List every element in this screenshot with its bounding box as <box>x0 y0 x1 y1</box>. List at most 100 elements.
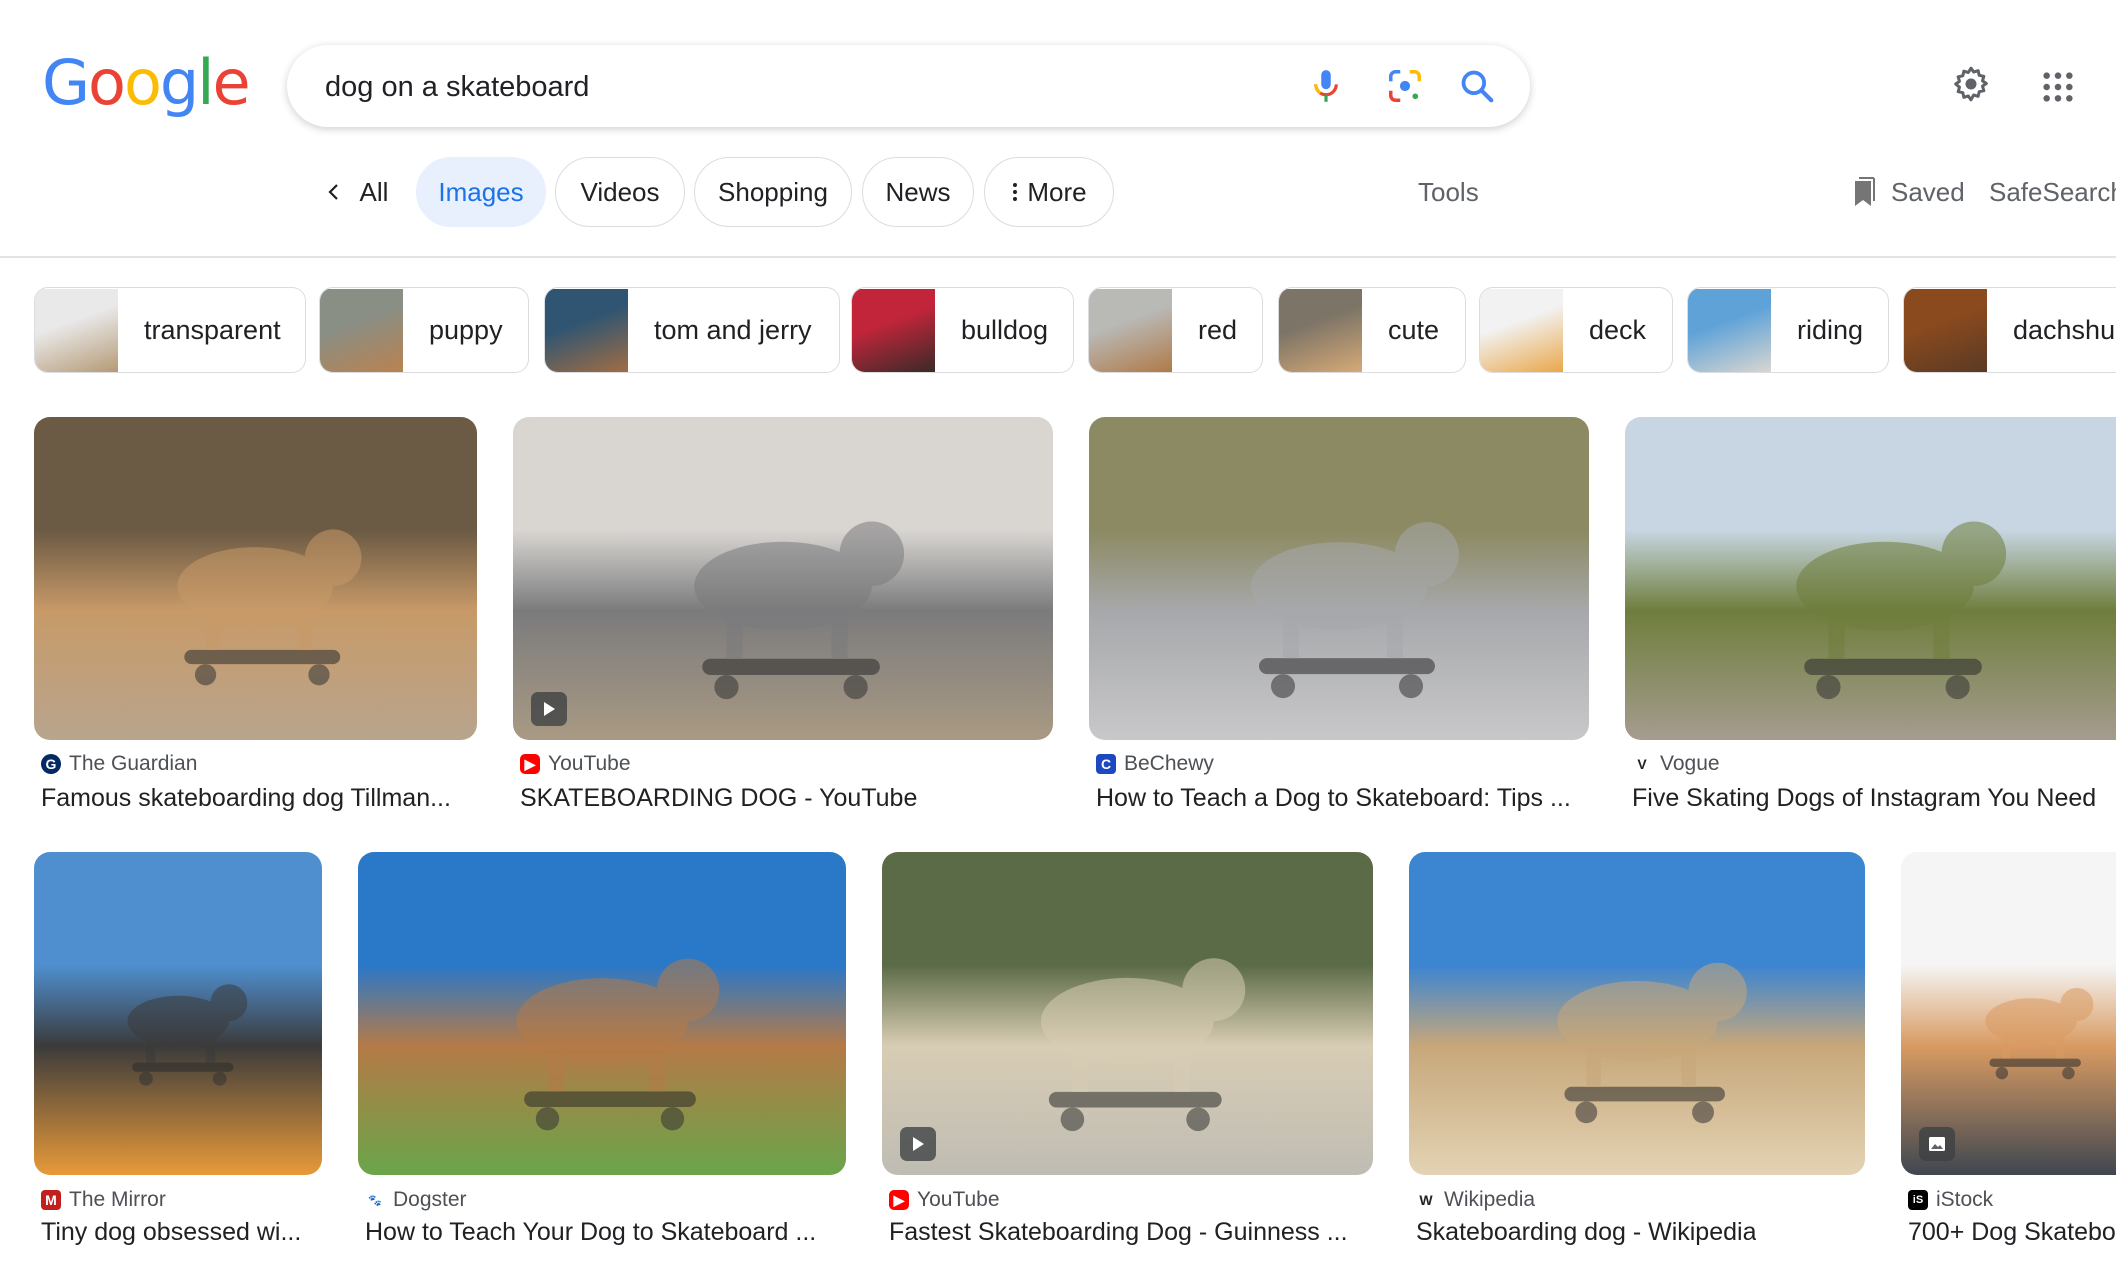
chip-bulldog[interactable]: bulldog <box>851 287 1074 373</box>
chip-label: cute <box>1388 314 1440 345</box>
istock-icon: iS <box>1908 1190 1928 1210</box>
result-title[interactable]: Skateboarding dog - Wikipedia <box>1416 1218 1756 1247</box>
result-source[interactable]: M The Mirror <box>41 1188 166 1212</box>
tools-label: Tools <box>1418 176 1479 207</box>
result-source[interactable]: iS iStock <box>1908 1188 1993 1212</box>
dog-skateboard-image <box>516 959 720 1131</box>
result-thumbnail[interactable] <box>34 852 322 1175</box>
result-title[interactable]: 700+ Dog Skateboard <box>1908 1218 2116 1247</box>
result-title[interactable]: Famous skateboarding dog Tillman... <box>41 784 451 813</box>
search-tabs: All Images Videos Shopping News More Too… <box>0 157 2116 229</box>
tab-more-label: More <box>1027 176 1087 207</box>
result-thumbnail[interactable] <box>882 852 1373 1175</box>
dog-skateboard-image <box>177 529 362 686</box>
chip-tom-and-jerry[interactable]: tom and jerry <box>544 287 840 373</box>
search-input[interactable] <box>323 45 1287 129</box>
tab-images-label: Images <box>438 176 524 207</box>
result-source[interactable]: G The Guardian <box>41 752 197 776</box>
chip-thumbnail <box>852 288 935 372</box>
result-thumbnail[interactable] <box>34 417 477 740</box>
source-name: Wikipedia <box>1444 1188 1536 1211</box>
source-name: The Guardian <box>69 752 198 775</box>
source-name: BeChewy <box>1124 752 1214 775</box>
result-title[interactable]: How to Teach Your Dog to Skateboard ... <box>365 1218 816 1247</box>
result-source[interactable]: V Vogue <box>1632 752 1720 776</box>
video-play-badge <box>531 692 567 726</box>
dog-skateboard-image <box>1796 521 2007 700</box>
result-source[interactable]: 🐾 Dogster <box>365 1188 466 1212</box>
result-thumbnail[interactable] <box>1625 417 2116 740</box>
tab-news[interactable]: News <box>862 157 974 227</box>
chip-thumbnail <box>1904 288 1987 372</box>
chip-label: red <box>1198 314 1238 345</box>
chip-thumbnail <box>1480 288 1563 372</box>
chip-puppy[interactable]: puppy <box>319 287 529 373</box>
result-thumbnail[interactable] <box>1089 417 1589 740</box>
search-icon[interactable] <box>1458 67 1496 105</box>
result-title[interactable]: Fastest Skateboarding Dog - Guinness ... <box>889 1218 1348 1247</box>
chip-cute[interactable]: cute <box>1278 287 1466 373</box>
tab-images[interactable]: Images <box>416 157 546 227</box>
logo-letter: o <box>123 46 162 119</box>
google-lens-icon[interactable] <box>1386 67 1424 105</box>
microphone-icon[interactable] <box>1307 67 1345 105</box>
safesearch-button[interactable]: SafeSearch <box>1989 157 2116 227</box>
chip-deck[interactable]: deck <box>1479 287 1673 373</box>
chip-label: tom and jerry <box>654 314 812 345</box>
chip-red[interactable]: red <box>1088 287 1263 373</box>
logo-letter: g <box>159 46 199 119</box>
tab-more[interactable]: More <box>984 157 1114 227</box>
search-box <box>287 45 1530 129</box>
dogster-paw-icon: 🐾 <box>368 1194 382 1207</box>
tab-videos-label: Videos <box>580 176 660 207</box>
chip-label: deck <box>1589 314 1647 345</box>
bechewy-icon: C <box>1096 754 1116 774</box>
image-badge <box>1919 1127 1955 1161</box>
result-source[interactable]: W Wikipedia <box>1416 1188 1535 1212</box>
header-divider <box>0 256 2116 258</box>
bookmark-icon <box>1855 177 1875 206</box>
result-title[interactable]: Tiny dog obsessed wi... <box>41 1218 301 1247</box>
result-title[interactable]: SKATEBOARDING DOG - YouTube <box>520 784 917 813</box>
mirror-icon: M <box>41 1190 61 1210</box>
source-name: Vogue <box>1660 752 1720 775</box>
tools-button[interactable]: Tools <box>1418 157 1479 227</box>
chip-thumbnail <box>320 288 403 372</box>
result-title[interactable]: How to Teach a Dog to Skateboard: Tips .… <box>1096 784 1571 813</box>
tab-all-label: All <box>359 176 389 207</box>
logo-letter: G <box>42 46 90 119</box>
result-title[interactable]: Five Skating Dogs of Instagram You Need <box>1632 784 2096 813</box>
vogue-icon: V <box>1637 756 1647 772</box>
saved-button[interactable]: Saved <box>1853 157 1965 227</box>
youtube-icon: ▶ <box>520 754 540 774</box>
chip-riding[interactable]: riding <box>1687 287 1889 373</box>
youtube-icon: ▶ <box>889 1190 909 1210</box>
logo-letter: o <box>88 46 126 119</box>
image-icon <box>1929 1137 1945 1151</box>
dog-skateboard-image <box>694 521 905 700</box>
video-play-badge <box>900 1127 936 1161</box>
result-source[interactable]: C BeChewy <box>1096 752 1214 776</box>
google-apps-icon[interactable] <box>2041 70 2075 104</box>
google-logo[interactable]: Google <box>42 46 251 119</box>
result-source[interactable]: ▶ YouTube <box>520 752 631 776</box>
chip-dachshund[interactable]: dachshund <box>1903 287 2116 373</box>
saved-label: Saved <box>1891 176 1965 207</box>
tab-shopping[interactable]: Shopping <box>694 157 852 227</box>
guardian-icon: G <box>41 754 61 774</box>
result-thumbnail[interactable] <box>513 417 1053 740</box>
tab-all[interactable]: All <box>306 157 406 227</box>
dog-skateboard-image <box>127 984 248 1087</box>
chip-thumbnail <box>1089 288 1172 372</box>
dog-skateboard-image <box>1251 522 1459 699</box>
result-thumbnail[interactable] <box>1901 852 2116 1175</box>
result-thumbnail[interactable] <box>358 852 846 1175</box>
settings-gear-icon[interactable] <box>1951 64 1991 104</box>
tab-videos[interactable]: Videos <box>555 157 685 227</box>
chip-thumbnail <box>1279 288 1362 372</box>
source-name: YouTube <box>917 1188 1000 1211</box>
chip-transparent[interactable]: transparent <box>34 287 306 373</box>
chip-thumbnail <box>1688 288 1771 372</box>
result-thumbnail[interactable] <box>1409 852 1865 1175</box>
result-source[interactable]: ▶ YouTube <box>889 1188 1000 1212</box>
